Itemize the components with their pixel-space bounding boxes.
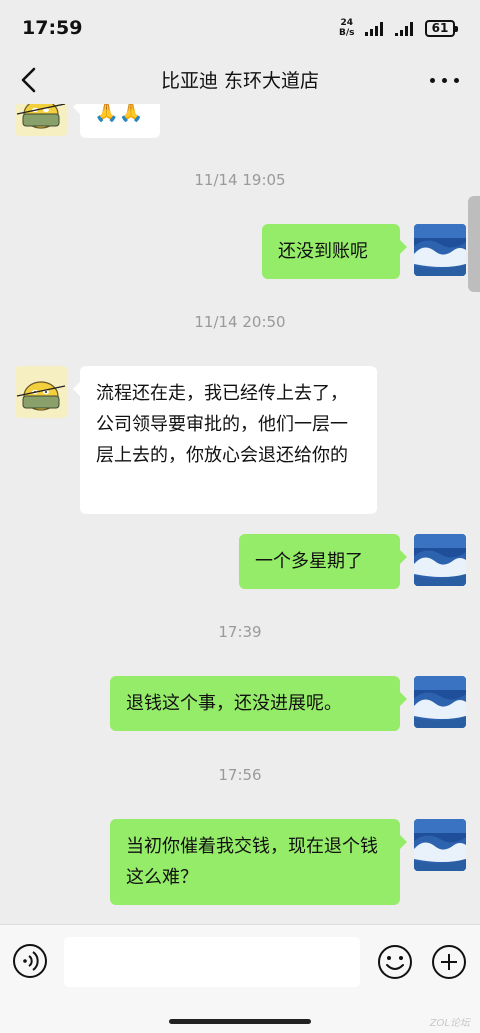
cell-signal-icon [395, 22, 417, 36]
ocean-wave-avatar-icon [414, 676, 466, 728]
ocean-wave-avatar-icon [414, 819, 466, 871]
duck-avatar-icon [15, 104, 67, 136]
more-button[interactable] [428, 64, 462, 96]
message-text: 流程还在走，我已经传上去了，公司领导要审批的，他们一层一层上去的，你放心会退还给… [96, 383, 348, 466]
voice-icon [13, 944, 47, 978]
ocean-wave-avatar-icon [414, 534, 466, 586]
network-speed-value: 24 [340, 18, 354, 28]
my-avatar[interactable] [414, 676, 466, 728]
message-text: 一个多星期了 [255, 551, 363, 572]
plus-icon [432, 945, 466, 979]
message-list[interactable]: 🙏🙏 11/14 19:05 还没到账呢 11/14 20:50 流程还在走，我… [0, 104, 480, 924]
message-text: 退钱这个事，还没进展呢。 [126, 693, 342, 714]
contact-avatar[interactable] [15, 366, 67, 418]
my-avatar[interactable] [414, 819, 466, 871]
message-input[interactable] [64, 937, 360, 987]
timestamp: 17:56 [218, 766, 262, 784]
message-text: 还没到账呢 [278, 241, 368, 262]
battery-icon: 61 [425, 20, 458, 37]
home-indicator[interactable] [169, 1019, 311, 1024]
network-speed: 24 B/s [339, 18, 355, 38]
message-bubble-incoming[interactable]: 流程还在走，我已经传上去了，公司领导要审批的，他们一层一层上去的，你放心会退还给… [73, 366, 377, 514]
timestamp: 11/14 20:50 [194, 313, 286, 331]
status-time: 17:59 [22, 17, 83, 39]
wifi-signal-icon [365, 22, 387, 36]
my-avatar[interactable] [414, 534, 466, 586]
more-functions-button[interactable] [430, 943, 468, 981]
message-bubble-incoming[interactable]: 🙏🙏 [73, 104, 160, 138]
watermark: ZOL论坛 [429, 1018, 470, 1029]
emoji-button[interactable] [376, 943, 414, 981]
duck-avatar-icon [15, 366, 67, 418]
status-bar: 17:59 24 B/s 61 [0, 0, 480, 56]
network-speed-unit: B/s [339, 28, 355, 38]
message-bubble-outgoing[interactable]: 一个多星期了 [239, 534, 407, 589]
input-bar [0, 924, 480, 1033]
scrollbar[interactable] [468, 196, 480, 292]
contact-avatar[interactable] [15, 104, 67, 136]
message-text: 🙏🙏 [94, 104, 144, 123]
voice-input-button[interactable] [12, 943, 48, 979]
message-bubble-outgoing[interactable]: 退钱这个事，还没进展呢。 [110, 676, 407, 731]
timestamp: 17:39 [218, 623, 262, 641]
message-bubble-outgoing[interactable]: 当初你催着我交钱，现在退个钱这么难？ [110, 819, 407, 905]
message-bubble-outgoing[interactable]: 还没到账呢 [262, 224, 407, 279]
my-avatar[interactable] [414, 224, 466, 276]
emoji-icon [378, 945, 412, 979]
ocean-wave-avatar-icon [414, 224, 466, 276]
chat-title: 比亚迪 东环大道店 [160, 70, 320, 92]
chat-header: 比亚迪 东环大道店 [0, 56, 480, 104]
timestamp: 11/14 19:05 [194, 171, 286, 189]
message-text: 当初你催着我交钱，现在退个钱这么难？ [126, 836, 378, 888]
